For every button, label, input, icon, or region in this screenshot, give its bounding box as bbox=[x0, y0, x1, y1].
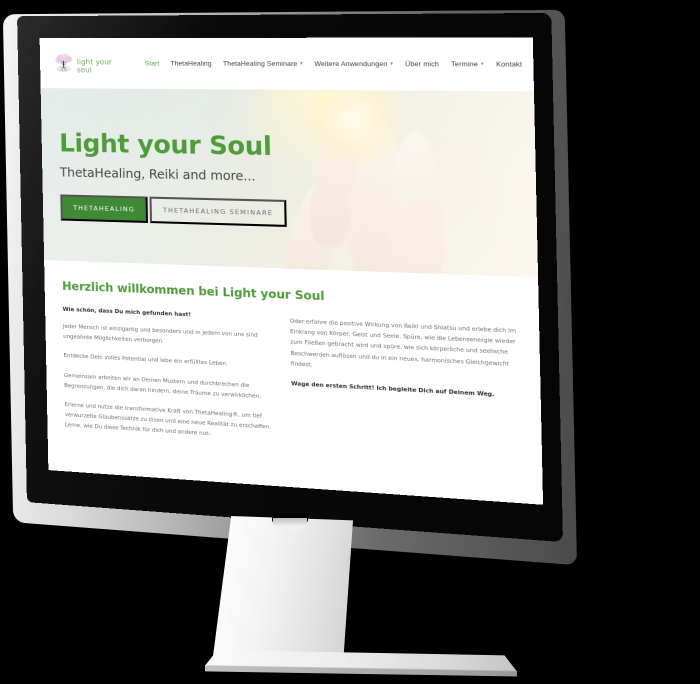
hero-content: Light your Soul ThetaHealing, Reiki and … bbox=[41, 88, 537, 234]
nav-label: Termine bbox=[451, 60, 478, 68]
left-lead-text: Wie schön, dass Du mich gefunden hast! bbox=[63, 307, 273, 322]
right-column: Oder erfahre die positive Wirkung von Re… bbox=[290, 316, 520, 469]
screenshot-stage: light your soul Start ThetaHealing Theta… bbox=[0, 0, 700, 684]
nav-item-weitere-anwendungen[interactable]: Weitere Anwendungen ▾ bbox=[314, 60, 393, 68]
nav-item-start[interactable]: Start bbox=[145, 60, 160, 67]
right-closing-text: Wage den ersten Schritt! Ich begleite Di… bbox=[291, 379, 518, 402]
left-column: Wie schön, dass Du mich gefunden hast! J… bbox=[63, 307, 276, 453]
stand-notch-lip bbox=[273, 518, 307, 530]
nav-label: Über mich bbox=[405, 60, 439, 68]
left-paragraph: Entdecke Dein volles Potential und lebe … bbox=[64, 351, 275, 372]
nav-item-kontakt[interactable]: Kontakt bbox=[496, 61, 522, 69]
hero-subtitle: ThetaHealing, Reiki and more... bbox=[60, 164, 536, 189]
site-header: light your soul Start ThetaHealing Theta… bbox=[40, 37, 534, 91]
welcome-heading: Herzlich willkommen bei Light your Soul bbox=[62, 279, 516, 311]
main-navigation: Start ThetaHealing ThetaHealing Seminare… bbox=[145, 60, 522, 68]
chevron-down-icon: ▾ bbox=[481, 62, 484, 67]
monitor-screen: light your soul Start ThetaHealing Theta… bbox=[40, 37, 543, 504]
left-paragraph: Jeder Mensch ist einzigartig und besonde… bbox=[63, 322, 274, 353]
brand-wordmark: light your soul bbox=[77, 58, 119, 77]
two-column-layout: Wie schön, dass Du mich gefunden hast! J… bbox=[63, 307, 520, 469]
nav-label: Start bbox=[145, 60, 160, 67]
right-paragraph: Oder erfahre die positive Wirkung von Re… bbox=[290, 316, 518, 381]
nav-item-termine[interactable]: Termine ▾ bbox=[451, 60, 484, 68]
nav-label: Weitere Anwendungen bbox=[314, 60, 387, 68]
chevron-down-icon: ▾ bbox=[300, 61, 303, 66]
tree-logo-icon bbox=[53, 49, 74, 77]
thetahealing-seminare-button[interactable]: THETAHEALING SEMINARE bbox=[150, 197, 287, 227]
thetahealing-button[interactable]: THETAHEALING bbox=[60, 194, 148, 223]
hero-title: Light your Soul bbox=[59, 130, 536, 163]
website-page: light your soul Start ThetaHealing Theta… bbox=[40, 37, 543, 504]
main-content: Herzlich willkommen bei Light your Soul … bbox=[44, 260, 542, 471]
nav-label: ThetaHealing bbox=[170, 60, 211, 67]
nav-label: Kontakt bbox=[496, 61, 522, 69]
left-paragraph: Gemeinsam arbeiten wir an Deinen Mustern… bbox=[64, 370, 275, 402]
chevron-down-icon: ▾ bbox=[390, 61, 393, 66]
left-paragraph: Erlerne und nutze die transformative Kra… bbox=[64, 400, 275, 444]
nav-item-ueber-mich[interactable]: Über mich bbox=[405, 60, 439, 68]
nav-item-thetahealing[interactable]: ThetaHealing bbox=[170, 60, 211, 67]
monitor-stand-neck bbox=[213, 516, 353, 662]
site-logo[interactable]: light your soul bbox=[53, 49, 119, 77]
hero-section: Light your Soul ThetaHealing, Reiki and … bbox=[41, 88, 538, 277]
nav-label: ThetaHealing Seminare bbox=[223, 60, 298, 67]
nav-item-thetahealing-seminare[interactable]: ThetaHealing Seminare ▾ bbox=[223, 60, 303, 67]
